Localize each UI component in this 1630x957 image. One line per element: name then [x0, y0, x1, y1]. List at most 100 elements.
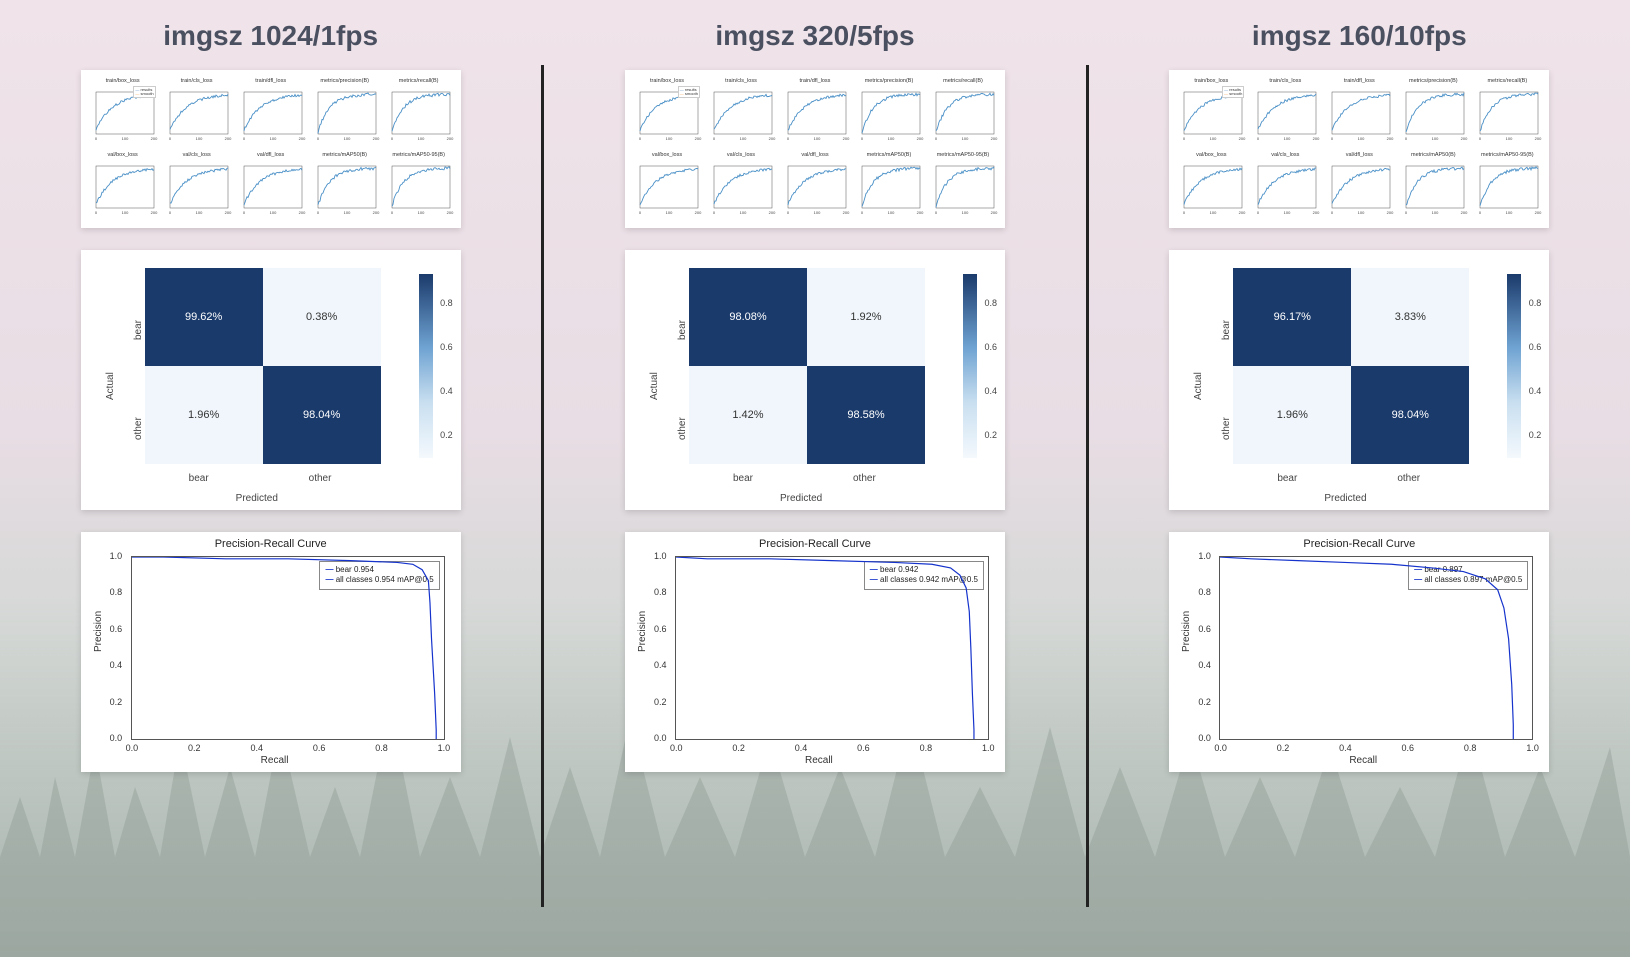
training-subplot: metrics/precision(B)0100200 — [309, 76, 381, 148]
comparison-columns: imgsz 1024/1fps train/box_loss0100200res… — [0, 0, 1630, 957]
svg-text:100: 100 — [1506, 210, 1513, 215]
pr-curve-2: Precision-Recall Curve bear 0.942 all cl… — [625, 532, 1005, 772]
svg-text:100: 100 — [417, 210, 424, 215]
svg-text:100: 100 — [343, 210, 350, 215]
svg-text:200: 200 — [372, 210, 379, 215]
training-subplot: metrics/mAP50(B)0100200 — [853, 150, 925, 222]
svg-text:0: 0 — [391, 136, 394, 141]
svg-text:100: 100 — [195, 210, 202, 215]
svg-text:0: 0 — [1479, 210, 1482, 215]
svg-text:200: 200 — [1461, 210, 1468, 215]
pr-curve-3: Precision-Recall Curve bear 0.897 all cl… — [1169, 532, 1549, 772]
svg-text:100: 100 — [1284, 210, 1291, 215]
svg-text:100: 100 — [121, 210, 128, 215]
confusion-matrix-2: 98.08% 1.92% 1.42% 98.58% Actual Predict… — [625, 250, 1005, 510]
svg-text:0: 0 — [1405, 210, 1408, 215]
svg-text:100: 100 — [1432, 136, 1439, 141]
svg-text:100: 100 — [343, 136, 350, 141]
svg-text:200: 200 — [917, 210, 924, 215]
svg-text:0: 0 — [243, 136, 246, 141]
training-subplot: metrics/mAP50-95(B)0100200 — [383, 150, 455, 222]
training-subplot: metrics/mAP50(B)0100200 — [1397, 150, 1469, 222]
svg-text:0: 0 — [243, 210, 246, 215]
svg-text:0: 0 — [1257, 210, 1260, 215]
training-subplot: val/cls_loss0100200 — [161, 150, 233, 222]
training-subplot: train/cls_loss0100200 — [161, 76, 233, 148]
svg-text:100: 100 — [269, 210, 276, 215]
column-1: imgsz 1024/1fps train/box_loss0100200res… — [0, 0, 541, 957]
svg-text:100: 100 — [121, 136, 128, 141]
svg-text:200: 200 — [1313, 136, 1320, 141]
svg-text:0: 0 — [317, 210, 320, 215]
training-subplot: val/box_loss0100200 — [631, 150, 703, 222]
svg-text:100: 100 — [1284, 136, 1291, 141]
svg-text:200: 200 — [1387, 210, 1394, 215]
svg-text:200: 200 — [446, 136, 453, 141]
column-3: imgsz 160/10fps train/box_loss0100200res… — [1089, 0, 1630, 957]
svg-text:100: 100 — [888, 136, 895, 141]
svg-text:0: 0 — [1331, 210, 1334, 215]
svg-text:100: 100 — [1432, 210, 1439, 215]
training-subplot: val/box_loss0100200 — [1175, 150, 1247, 222]
svg-text:200: 200 — [843, 136, 850, 141]
svg-text:0: 0 — [787, 136, 790, 141]
cm-cell-tl: 99.62% — [145, 268, 263, 366]
svg-text:200: 200 — [224, 210, 231, 215]
svg-text:200: 200 — [843, 210, 850, 215]
svg-text:0: 0 — [1331, 136, 1334, 141]
training-subplot: train/cls_loss0100200 — [1249, 76, 1321, 148]
svg-text:100: 100 — [740, 136, 747, 141]
svg-text:100: 100 — [1506, 136, 1513, 141]
svg-text:200: 200 — [991, 136, 998, 141]
training-curves-panel-1: train/box_loss0100200resultssmoothtrain/… — [81, 70, 461, 228]
training-subplot: val/cls_loss0100200 — [705, 150, 777, 222]
svg-text:0: 0 — [935, 136, 938, 141]
training-subplot: metrics/recall(B)0100200 — [383, 76, 455, 148]
training-subplot: metrics/mAP50-95(B)0100200 — [927, 150, 999, 222]
svg-text:200: 200 — [1535, 136, 1542, 141]
svg-text:100: 100 — [962, 136, 969, 141]
svg-text:100: 100 — [195, 136, 202, 141]
svg-text:0: 0 — [713, 136, 716, 141]
svg-text:100: 100 — [814, 136, 821, 141]
training-subplot: val/dfl_loss0100200 — [779, 150, 851, 222]
svg-text:100: 100 — [1358, 210, 1365, 215]
training-subplot: val/dfl_loss0100200 — [235, 150, 307, 222]
svg-text:100: 100 — [417, 136, 424, 141]
svg-text:0: 0 — [317, 136, 320, 141]
svg-text:100: 100 — [1210, 210, 1217, 215]
svg-text:0: 0 — [639, 136, 642, 141]
svg-text:0: 0 — [787, 210, 790, 215]
svg-text:0: 0 — [861, 136, 864, 141]
training-subplot: train/cls_loss0100200 — [705, 76, 777, 148]
cm-xlabel: Predicted — [236, 493, 278, 504]
svg-text:200: 200 — [150, 210, 157, 215]
training-subplot: train/box_loss0100200resultssmooth — [87, 76, 159, 148]
svg-text:200: 200 — [298, 210, 305, 215]
training-subplot: train/dfl_loss0100200 — [235, 76, 307, 148]
svg-text:200: 200 — [769, 210, 776, 215]
svg-text:0: 0 — [861, 210, 864, 215]
column-title-1: imgsz 1024/1fps — [163, 20, 378, 52]
pr-curve-1: Precision-Recall Curve bear 0.954 all cl… — [81, 532, 461, 772]
svg-text:0: 0 — [95, 210, 98, 215]
svg-text:200: 200 — [224, 136, 231, 141]
svg-text:200: 200 — [1239, 210, 1246, 215]
colorbar — [419, 274, 433, 458]
column-title-2: imgsz 320/5fps — [715, 20, 914, 52]
training-subplot: val/cls_loss0100200 — [1249, 150, 1321, 222]
svg-text:100: 100 — [666, 210, 673, 215]
confusion-matrix-3: 96.17% 3.83% 1.96% 98.04% Actual Predict… — [1169, 250, 1549, 510]
svg-text:0: 0 — [935, 210, 938, 215]
svg-text:200: 200 — [1239, 136, 1246, 141]
svg-text:200: 200 — [298, 136, 305, 141]
svg-text:0: 0 — [1183, 210, 1186, 215]
training-subplot: train/dfl_loss0100200 — [779, 76, 851, 148]
svg-text:100: 100 — [269, 136, 276, 141]
svg-text:0: 0 — [1479, 136, 1482, 141]
svg-text:100: 100 — [1358, 136, 1365, 141]
training-subplot: train/dfl_loss0100200 — [1323, 76, 1395, 148]
confusion-matrix-1: 99.62% 0.38% 1.96% 98.04% Actual Predict… — [81, 250, 461, 510]
training-subplot: metrics/precision(B)0100200 — [1397, 76, 1469, 148]
training-subplot: metrics/mAP50-95(B)0100200 — [1471, 150, 1543, 222]
